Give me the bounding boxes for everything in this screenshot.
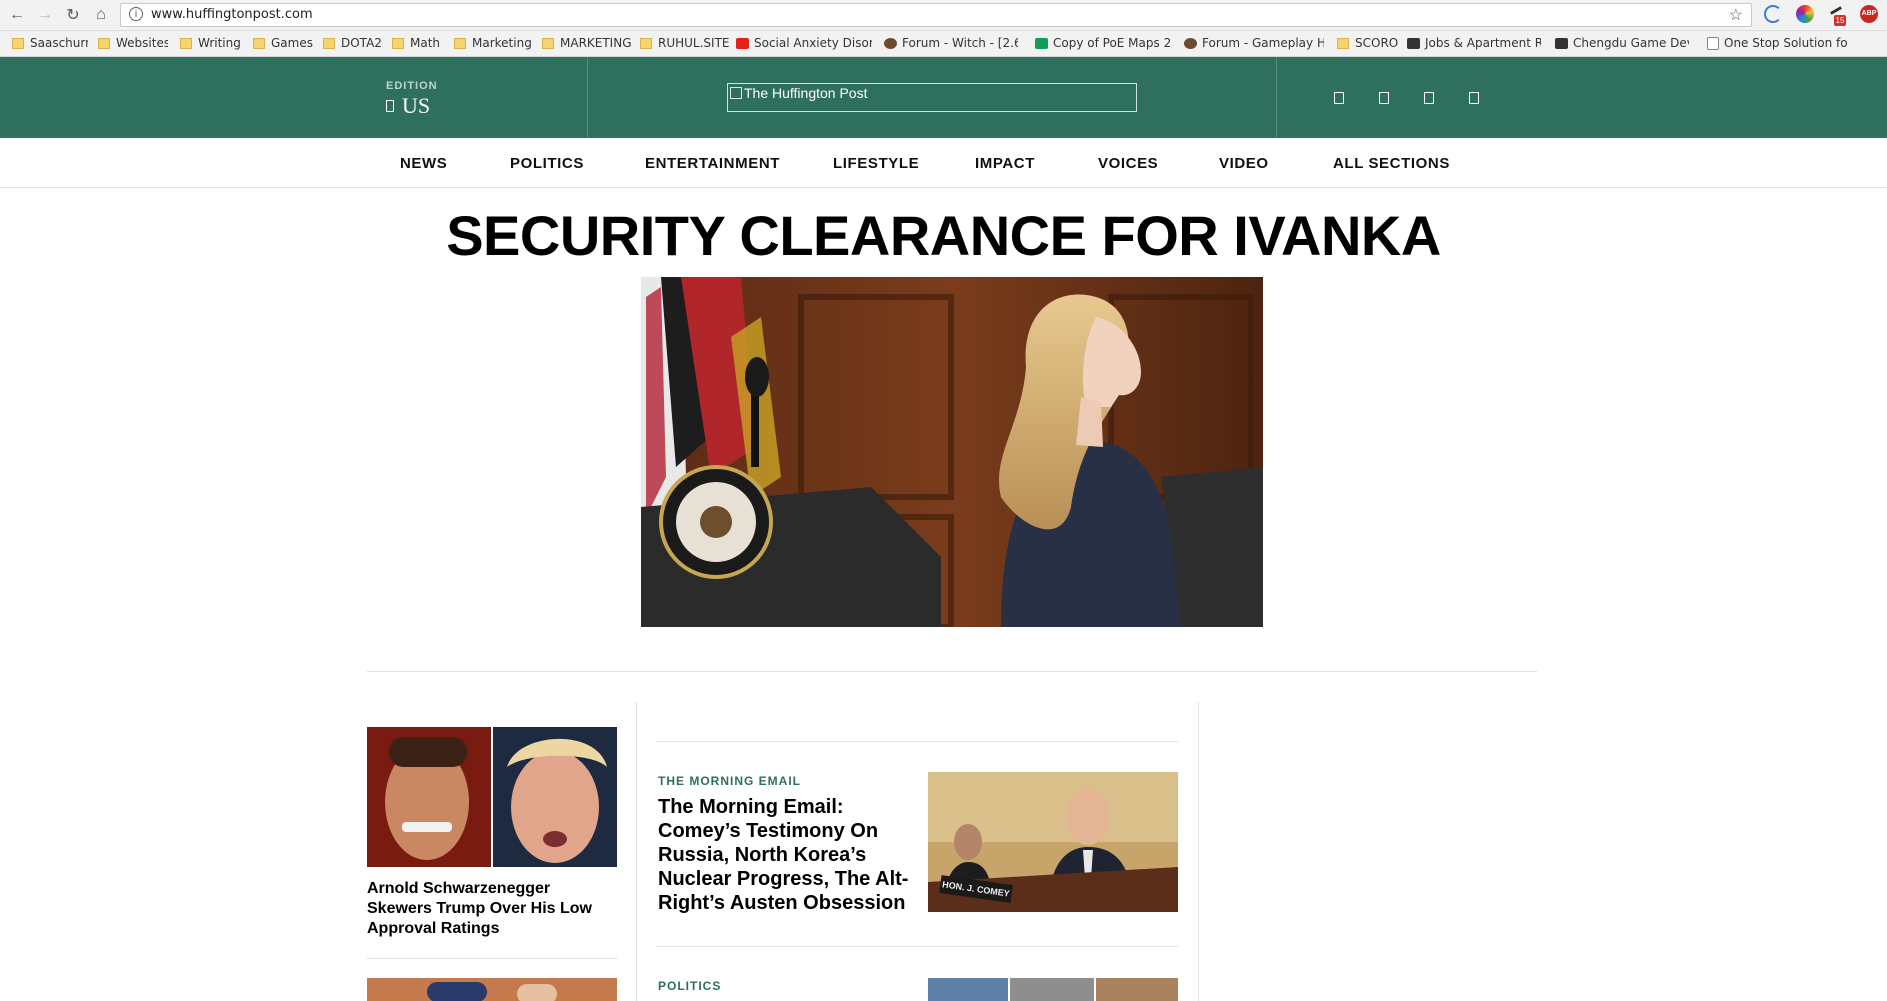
folder-icon [392,37,404,49]
site-favicon-icon [1555,37,1568,49]
bookmark-folder[interactable]: Math [392,34,446,52]
bookmark-link[interactable]: Forum - Gameplay He [1184,34,1324,52]
reload-icon[interactable]: ↻ [62,4,84,26]
bookmark-folder[interactable]: MARKETING [542,34,632,52]
nav-video[interactable]: VIDEO [1219,155,1269,172]
story-title[interactable]: Arnold Schwarzenegger Skewers Trump Over… [367,879,617,939]
forward-icon[interactable]: → [34,4,56,26]
bookmark-folder[interactable]: Saaschurn [12,34,88,52]
bookmark-folder[interactable]: DOTA2 [323,34,383,52]
story-image[interactable] [367,978,617,1001]
bookmark-folder[interactable]: RUHUL.SITE [640,34,730,52]
folder-icon [253,37,265,49]
bookmark-link[interactable]: Jobs & Apartment Re [1407,34,1541,52]
bookmark-folder[interactable]: Writing [180,34,244,52]
story-image[interactable] [367,727,617,867]
story-divider [367,958,617,959]
folder-icon [323,37,335,49]
nav-lifestyle[interactable]: LIFESTYLE [833,155,919,172]
menu-icon[interactable] [1469,92,1479,104]
edition-value: US [402,93,431,118]
nav-politics[interactable]: POLITICS [510,155,584,172]
bookmark-star-icon[interactable]: ☆ [1729,5,1743,25]
url-text[interactable]: www.huffingtonpost.com [151,7,313,22]
folder-icon [12,37,24,49]
broken-image-icon [730,87,742,99]
bookmark-folder[interactable]: Marketing [454,34,536,52]
browser-toolbar: ← → ↻ ⌂ i www.huffingtonpost.com ☆ 15 AB… [0,0,1887,31]
address-bar[interactable]: i www.huffingtonpost.com ☆ [120,3,1752,27]
page-icon [1707,36,1719,50]
sheets-icon [1035,37,1048,49]
notifications-icon[interactable] [1424,92,1434,104]
main-headline[interactable]: SECURITY CLEARANCE FOR IVANKA [0,203,1887,268]
bookmark-link[interactable]: Chengdu Game Deve [1555,34,1689,52]
nav-impact[interactable]: IMPACT [975,155,1035,172]
header-divider [587,57,588,138]
extension-badge: 15 [1834,15,1846,26]
home-icon[interactable]: ⌂ [90,4,112,26]
bookmark-folder[interactable]: SCORO [1337,34,1401,52]
folder-icon [180,37,192,49]
nav-voices[interactable]: VOICES [1098,155,1158,172]
edition-selector[interactable]: US [386,93,430,119]
story-divider [656,946,1178,947]
site-logo[interactable]: The Huffington Post [727,83,1137,112]
story-kicker[interactable]: POLITICS [658,979,721,993]
user-icon[interactable] [1379,92,1389,104]
nav-all-sections[interactable]: ALL SECTIONS [1333,155,1450,172]
content-divider [367,671,1537,672]
story-image[interactable] [928,978,1178,1001]
bookmarks-bar: Saaschurn Websites Writing Games DOTA2 M… [0,31,1887,57]
poe-site-icon [1184,37,1197,49]
bookmark-link[interactable]: One Stop Solution for [1707,34,1847,52]
adblock-icon[interactable]: ABP [1860,5,1878,23]
bookmark-folder[interactable]: Websites [98,34,168,52]
folder-icon [454,37,466,49]
edition-flag-icon [386,100,394,112]
story-kicker[interactable]: THE MORNING EMAIL [658,774,801,788]
bookmark-folder[interactable]: Games [253,34,313,52]
column-divider [636,702,637,1001]
folder-icon [542,37,554,49]
bookmark-link[interactable]: Forum - Witch - [2.6] [884,34,1018,52]
site-info-icon[interactable]: i [129,7,143,21]
story-divider [656,741,1178,742]
poe-site-icon [884,37,897,49]
youtube-icon [736,37,749,49]
extension-moon-icon[interactable] [1764,5,1782,23]
folder-icon [1337,37,1349,49]
bookmark-link[interactable]: Social Anxiety Disorde [736,34,872,52]
nav-news[interactable]: NEWS [400,155,447,172]
back-icon[interactable]: ← [6,4,28,26]
nav-entertainment[interactable]: ENTERTAINMENT [645,155,780,172]
column-divider [1198,702,1199,1001]
site-favicon-icon [1407,37,1420,49]
edition-label: EDITION [386,80,438,92]
hero-image[interactable] [641,277,1263,627]
header-divider [1276,57,1277,138]
search-icon[interactable] [1334,92,1344,104]
folder-icon [640,37,652,49]
folder-icon [98,37,110,49]
bookmark-link[interactable]: Copy of PoE Maps 2.4 [1035,34,1171,52]
extension-rocket-icon[interactable]: 15 [1828,5,1846,26]
story-title[interactable]: The Morning Email: Comey’s Testimony On … [658,795,918,915]
logo-alt-text: The Huffington Post [744,85,868,101]
section-nav [0,138,1887,188]
extension-color-icon[interactable] [1796,5,1814,23]
